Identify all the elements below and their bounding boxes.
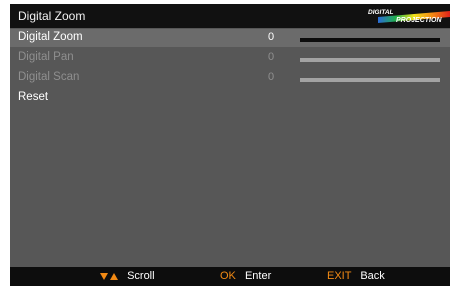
digital-projection-logo: DIGITAL PROJECTION [364,6,450,26]
menu-item-digital-zoom[interactable]: Digital Zoom 0 [10,29,450,47]
page-title: Digital Zoom [18,9,86,23]
menu-item-label: Digital Zoom [18,31,83,43]
ok-label: Enter [244,270,272,282]
arrow-down-icon [100,272,108,280]
exit-label: Back [360,270,385,282]
logo-text-top: DIGITAL [368,9,394,16]
scroll-hint: Scroll [100,270,155,282]
exit-hint: EXIT Back [327,270,385,282]
arrow-up-icon [110,272,118,280]
value-slider [300,58,440,62]
ok-hint: OK Enter [220,270,271,282]
logo-text-bottom: PROJECTION [396,17,442,24]
exit-key: EXIT [327,270,352,282]
menu-item-reset[interactable]: Reset [10,89,450,107]
menu-item-label: Reset [18,91,49,103]
menu-item-digital-pan: Digital Pan 0 [10,49,450,67]
menu-item-value: 0 [268,51,275,63]
menu-item-label: Digital Pan [18,51,74,63]
ok-key: OK [220,270,236,282]
menu-item-value: 0 [268,31,275,43]
menu-item-digital-scan: Digital Scan 0 [10,69,450,87]
title-bar: Digital Zoom DIGITAL PROJECTION [10,4,450,28]
scroll-label: Scroll [127,270,155,282]
value-slider [300,78,440,82]
menu-item-value: 0 [268,71,275,83]
menu-item-label: Digital Scan [18,71,80,83]
osd-screen: Digital Zoom DIGITAL PROJECTION Digital … [10,4,450,286]
value-slider[interactable] [300,38,440,42]
footer-hint-bar: Scroll OK Enter EXIT Back [10,267,450,286]
